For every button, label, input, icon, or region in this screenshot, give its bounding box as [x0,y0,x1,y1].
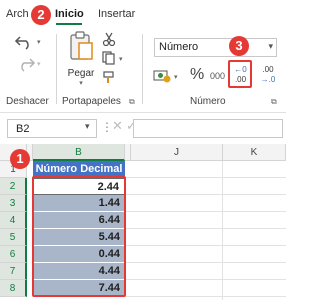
decrease-decimal-line1: .00 [262,65,274,74]
increase-decimal-highlight-box [228,60,252,88]
column-header-k[interactable]: K [223,144,286,161]
decrease-decimal-line2: →.0 [260,75,276,84]
accounting-number-icon [153,70,171,83]
column-header-j[interactable]: J [131,144,223,161]
paintbrush-icon [103,71,114,83]
tab-insert[interactable]: Insertar [98,8,135,20]
format-painter-button[interactable] [102,71,116,85]
accounting-format-button[interactable] [153,68,173,84]
row-header-8[interactable]: 8 [0,280,27,297]
chevron-down-icon: ▾ [268,41,273,51]
paste-button[interactable]: Pegar ▾ [66,30,96,87]
row-header-3[interactable]: 3 [0,195,27,212]
name-box[interactable]: B2 [7,119,97,138]
redo-dropdown-chevron-icon[interactable]: ▾ [37,60,41,68]
percent-style-button[interactable]: % [190,66,204,84]
group-label-clipboard: Portapapeles [62,96,121,107]
decrease-decimal-button[interactable]: .00 →.0 [256,62,280,88]
paste-label: Pegar [67,68,95,79]
row-header-4[interactable]: 4 [0,212,27,229]
callout-badge-2: 2 [31,5,51,25]
clipboard-paste-icon [70,31,93,60]
number-format-select[interactable]: Número ▾ [154,38,277,57]
clipboard-dialog-launcher-icon[interactable]: ⧉ [129,97,135,107]
row-header-2[interactable]: 2 [0,178,27,195]
column-k-cells[interactable] [223,161,286,300]
scissors-icon [102,32,116,47]
row-header-5[interactable]: 5 [0,229,27,246]
number-dialog-launcher-icon[interactable]: ⧉ [271,97,277,107]
group-label-number: Número [190,96,226,107]
copy-button[interactable] [102,51,116,65]
row-header-6[interactable]: 6 [0,246,27,263]
column-j-cells[interactable] [125,161,223,300]
tab-file[interactable]: Arch [6,8,29,20]
paste-dropdown-chevron-icon: ▾ [79,80,83,87]
group-divider [142,34,143,104]
column-header-b[interactable]: B [33,144,125,161]
selection-highlight-box [32,176,126,297]
group-divider [56,34,57,104]
cut-button[interactable] [102,32,116,47]
name-box-chevron-down-icon[interactable]: ▾ [85,121,90,132]
copy-dropdown-chevron-icon[interactable]: ▾ [119,55,123,63]
comma-style-button[interactable]: 000 [210,71,225,81]
undo-dropdown-chevron-icon[interactable]: ▾ [37,38,41,46]
formula-input[interactable] [133,119,283,138]
row-header-7[interactable]: 7 [0,263,27,280]
callout-badge-3: 3 [229,36,249,56]
callout-badge-1: 1 [10,149,30,169]
active-tab-indicator [56,23,82,25]
tab-home[interactable]: Inicio [55,8,84,20]
group-label-undo: Deshacer [6,96,49,107]
cancel-entry-icon[interactable]: ✕ [112,118,123,134]
copy-icon [102,51,115,65]
accounting-dropdown-chevron-icon[interactable]: ▾ [174,73,178,81]
number-format-value: Número [159,41,199,53]
